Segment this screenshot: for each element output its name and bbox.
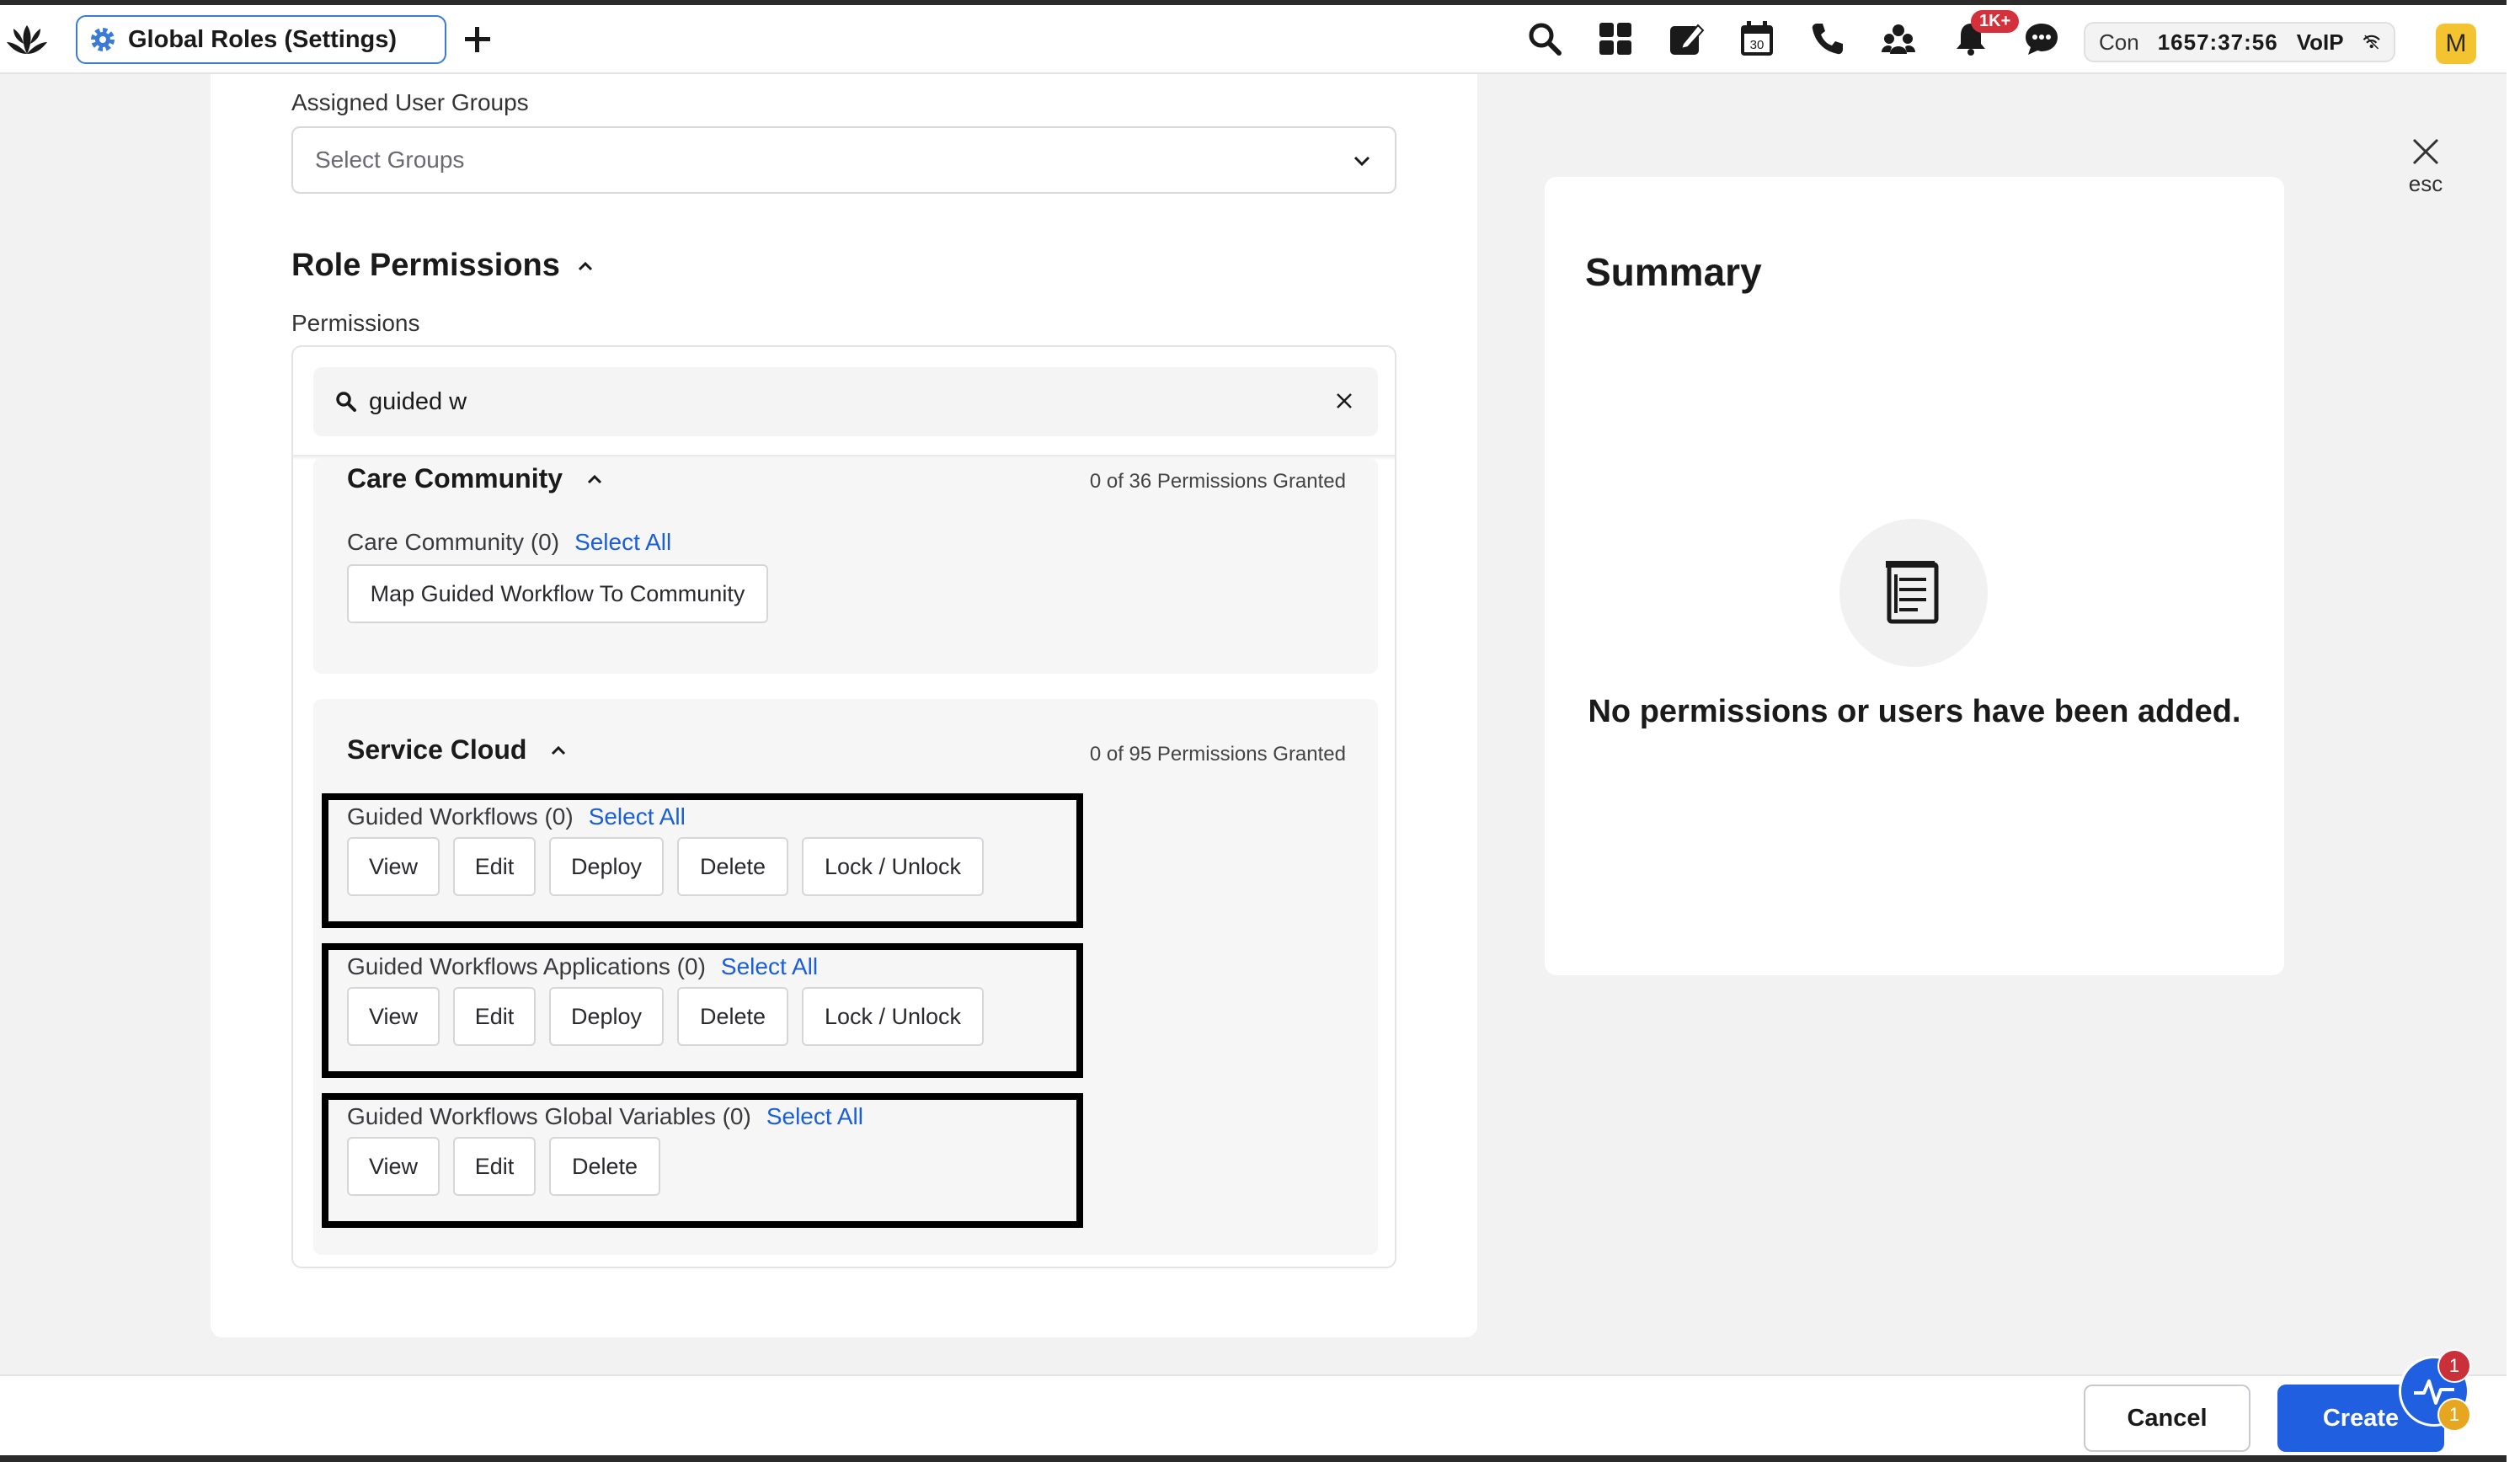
subgroup-label: Care Community (0) <box>347 529 560 555</box>
group-name: Care Community <box>347 463 563 494</box>
permission-subgroup: Guided Workflows (0) Select All <box>347 803 686 830</box>
search-input[interactable]: guided w <box>369 388 467 416</box>
edit-button[interactable]: Edit <box>453 837 536 896</box>
grid-icon[interactable] <box>1597 20 1634 57</box>
footer-bar: Cancel Create <box>0 1374 2507 1455</box>
search-icon <box>336 392 356 412</box>
edit-button[interactable]: Edit <box>453 1137 536 1196</box>
session-timer: 1657:37:56 <box>2157 29 2278 55</box>
permissions-label: Permissions <box>291 310 420 336</box>
fab-badge: 1 <box>2437 1398 2471 1432</box>
plus-icon[interactable] <box>460 22 495 57</box>
chevron-up-icon <box>552 745 566 755</box>
view-button[interactable]: View <box>347 1137 440 1196</box>
deploy-button[interactable]: Deploy <box>549 837 664 896</box>
permission-subgroup: Guided Workflows Global Variables (0) Se… <box>347 1103 863 1130</box>
lock-unlock-button[interactable]: Lock / Unlock <box>802 987 984 1046</box>
app-window: Global Roles (Settings) 30 1K+ Con 1657:… <box>0 5 2507 1455</box>
chevron-up-icon <box>578 261 592 270</box>
subgroup-label: Guided Workflows Global Variables (0) <box>347 1103 751 1129</box>
chevron-down-icon <box>1353 156 1370 167</box>
top-bar: Global Roles (Settings) 30 1K+ Con 1657:… <box>0 5 2507 74</box>
group-name: Service Cloud <box>347 734 527 765</box>
gear-icon <box>91 28 115 51</box>
empty-state-message: No permissions or users have been added. <box>1588 694 2241 729</box>
permission-subgroup: Care Community (0) Select All <box>347 529 671 556</box>
select-all-link[interactable]: Select All <box>574 529 671 556</box>
select-all-link[interactable]: Select All <box>589 803 686 830</box>
logo-icon[interactable] <box>5 20 49 61</box>
fab-badge: 1 <box>2437 1349 2471 1383</box>
users-icon[interactable] <box>1880 20 1917 57</box>
phone-icon[interactable] <box>1809 20 1846 57</box>
assigned-groups-label: Assigned User Groups <box>291 89 529 115</box>
deploy-button[interactable]: Deploy <box>549 987 664 1046</box>
tab-global-roles[interactable]: Global Roles (Settings) <box>76 15 446 64</box>
calendar-day: 30 <box>1750 38 1765 52</box>
calendar-icon[interactable]: 30 <box>1738 20 1775 57</box>
permission-button[interactable]: Map Guided Workflow To Community <box>347 564 768 623</box>
select-all-link[interactable]: Select All <box>721 953 818 980</box>
select-groups-placeholder: Select Groups <box>315 147 465 173</box>
role-permissions-header[interactable]: Role Permissions <box>291 248 595 284</box>
delete-button[interactable]: Delete <box>677 837 788 896</box>
notification-badge: 1K+ <box>1971 10 2020 33</box>
granted-count: 0 of 95 Permissions Granted <box>1089 743 1346 766</box>
group-care-community: Care Community 0 of 36 Permissions Grant… <box>313 458 1378 674</box>
permission-subgroup: Guided Workflows Applications (0) Select… <box>347 953 818 980</box>
close-icon <box>2412 138 2439 165</box>
summary-title: Summary <box>1585 250 1762 294</box>
document-list-icon <box>1886 561 1939 624</box>
lock-unlock-button[interactable]: Lock / Unlock <box>802 837 984 896</box>
select-groups-dropdown[interactable]: Select Groups <box>291 126 1396 194</box>
subgroup-label: Guided Workflows Applications (0) <box>347 953 706 979</box>
window-edge <box>2507 0 2520 1462</box>
role-form-panel: Assigned User Groups Select Groups Role … <box>211 74 1477 1337</box>
empty-state-illustration <box>1839 519 1988 667</box>
summary-panel: Summary No permissions or users have bee… <box>1545 177 2284 975</box>
close-panel-button[interactable]: esc <box>2404 136 2448 197</box>
delete-button[interactable]: Delete <box>677 987 788 1046</box>
edit-button[interactable]: Edit <box>453 987 536 1046</box>
group-header[interactable]: Service Cloud <box>347 734 569 766</box>
role-permissions-title: Role Permissions <box>291 248 560 283</box>
delete-button[interactable]: Delete <box>549 1137 660 1196</box>
granted-count: 0 of 36 Permissions Granted <box>1089 470 1346 493</box>
subgroup-label: Guided Workflows (0) <box>347 803 574 830</box>
voip-label: VoIP <box>2296 29 2344 55</box>
permissions-box: guided w Care Community 0 of 36 Permissi… <box>291 345 1396 1268</box>
avatar[interactable]: M <box>2436 24 2476 64</box>
tab-title: Global Roles (Settings) <box>128 25 398 53</box>
con-label: Con <box>2099 29 2139 55</box>
wifi-icon <box>2362 35 2380 50</box>
chat-icon[interactable] <box>2023 20 2060 57</box>
group-service-cloud: Service Cloud 0 of 95 Permissions Grante… <box>313 699 1378 1255</box>
view-button[interactable]: View <box>347 837 440 896</box>
chevron-up-icon <box>587 474 602 483</box>
status-pill[interactable]: Con 1657:37:56 VoIP <box>2084 22 2395 62</box>
esc-label: esc <box>2408 171 2443 196</box>
compose-icon[interactable] <box>1668 20 1705 57</box>
cancel-button[interactable]: Cancel <box>2084 1385 2250 1452</box>
view-button[interactable]: View <box>347 987 440 1046</box>
permissions-search[interactable]: guided w <box>313 367 1378 436</box>
search-icon[interactable] <box>1526 20 1563 57</box>
group-header[interactable]: Care Community <box>347 463 605 494</box>
clear-search-icon[interactable] <box>1332 389 1356 413</box>
select-all-link[interactable]: Select All <box>766 1103 863 1130</box>
